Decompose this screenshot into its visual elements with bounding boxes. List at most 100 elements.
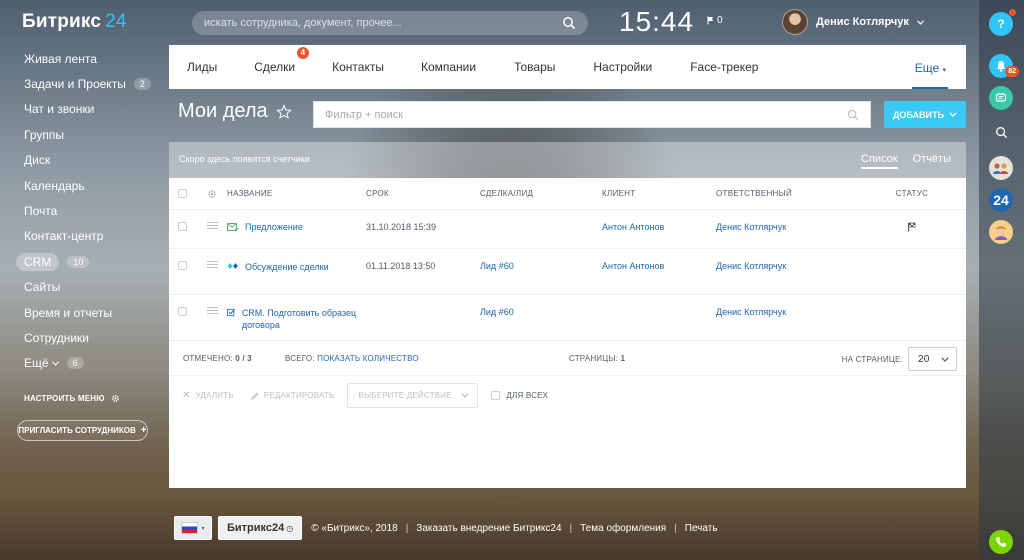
menu-item-live-feed[interactable]: Живая лента <box>0 46 160 71</box>
tab-settings[interactable]: Настройки <box>593 60 652 74</box>
tab-contacts[interactable]: Контакты <box>332 60 384 74</box>
row-checkbox[interactable] <box>178 261 187 270</box>
tab-companies[interactable]: Компании <box>421 60 476 74</box>
menu-item-tasks[interactable]: Задачи и Проекты 2 <box>0 71 160 96</box>
chevron-down-icon: ▾ <box>201 525 205 532</box>
activity-title-link[interactable]: Обсуждение сделки <box>245 261 329 273</box>
avatar[interactable] <box>782 9 808 35</box>
column-status[interactable]: СТАТУС <box>858 189 966 198</box>
per-page-value: 20 <box>918 353 930 365</box>
column-responsible[interactable]: ОТВЕТСТВЕННЫЙ <box>716 189 858 198</box>
flag-count-value: 0 <box>717 15 723 26</box>
contact-avatar[interactable] <box>989 220 1013 244</box>
activity-title-link[interactable]: Предложение <box>245 222 303 232</box>
select-all-checkbox[interactable] <box>178 189 187 198</box>
menu-item-contact-center[interactable]: Контакт-центр <box>0 224 160 249</box>
help-button[interactable]: ? <box>989 9 1016 36</box>
phone-button[interactable] <box>989 530 1013 554</box>
user-menu[interactable]: Денис Котлярчук <box>782 9 924 35</box>
grid-footer: ОТМЕЧЕНО: 0 / 3 ВСЕГО: ПОКАЗАТЬ КОЛИЧЕСТ… <box>169 342 966 376</box>
column-name[interactable]: НАЗВАНИЕ <box>227 189 366 198</box>
menu-item-mail[interactable]: Почта <box>0 198 160 223</box>
task-icon <box>227 308 235 317</box>
right-search-button[interactable] <box>989 120 1013 144</box>
activity-owner-link[interactable]: Денис Котлярчук <box>716 307 858 317</box>
row-menu-icon[interactable] <box>206 222 218 229</box>
order-implementation-link[interactable]: Заказать внедрение Битрикс24 <box>416 523 561 534</box>
row-menu-icon[interactable] <box>206 307 218 314</box>
language-selector[interactable]: ▾ <box>174 516 212 540</box>
menu-item-sites[interactable]: Сайты <box>0 275 160 300</box>
clock[interactable]: 15:44 <box>619 6 694 38</box>
menu-item-groups[interactable]: Группы <box>0 122 160 147</box>
tab-products[interactable]: Товары <box>514 60 555 74</box>
search-icon[interactable] <box>847 109 859 121</box>
filter-search[interactable] <box>313 101 871 128</box>
gear-icon[interactable] <box>207 189 217 199</box>
per-page-select[interactable]: 20 <box>908 347 957 371</box>
activity-client-link[interactable]: Антон Антонов <box>602 261 716 271</box>
add-button[interactable]: ДОБАВИТЬ <box>884 101 966 128</box>
action-select[interactable]: ВЫБЕРИТЕ ДЕЙСТВИЕ <box>347 383 479 408</box>
row-check-cell <box>169 222 197 231</box>
for-all-toggle[interactable]: ДЛЯ ВСЕХ <box>491 391 548 400</box>
global-search[interactable] <box>192 11 588 35</box>
tab-leads[interactable]: Лиды <box>187 60 217 74</box>
invite-employees-button[interactable]: ПРИГЛАСИТЬ СОТРУДНИКОВ + <box>17 420 148 441</box>
activity-deal-link[interactable]: Лид #60 <box>480 261 602 271</box>
theme-link[interactable]: Тема оформления <box>580 523 666 534</box>
tab-more[interactable]: Еще ▾ <box>915 61 946 75</box>
activity-deal-link[interactable]: Лид #60 <box>480 307 602 317</box>
activity-owner-link[interactable]: Денис Котлярчук <box>716 222 858 232</box>
view-reports-tab[interactable]: Отчёты <box>913 153 951 169</box>
print-link[interactable]: Печать <box>685 523 718 534</box>
filter-input[interactable] <box>325 108 847 121</box>
flag-counter[interactable]: 0 <box>707 15 723 26</box>
menu-item-employees[interactable]: Сотрудники <box>0 325 160 350</box>
row-menu-icon[interactable] <box>206 261 218 268</box>
search-icon[interactable] <box>562 16 576 30</box>
activity-owner-link[interactable]: Денис Котлярчук <box>716 261 858 271</box>
row-checkbox[interactable] <box>178 222 187 231</box>
global-search-input[interactable] <box>204 17 562 29</box>
clock-icon: ◷ <box>286 523 294 533</box>
column-deal-lead[interactable]: СДЕЛКА/ЛИД <box>480 189 602 198</box>
help-badge <box>1009 9 1016 16</box>
bitrix24-logo[interactable]: Битрикс 24 <box>22 11 127 33</box>
tab-face-tracker[interactable]: Face-трекер <box>690 60 758 74</box>
menu-item-count: 6 <box>66 357 84 370</box>
menu-item-chat[interactable]: Чат и звонки <box>0 97 160 122</box>
notifications-button[interactable]: 82 <box>989 54 1019 78</box>
menu-item-calendar[interactable]: Календарь <box>0 173 160 198</box>
activity-title-link[interactable]: CRM. Подготовить образец договора <box>242 307 366 331</box>
flag-icon[interactable] <box>907 222 917 232</box>
configure-menu-button[interactable]: НАСТРОИТЬ МЕНЮ <box>24 394 120 403</box>
pages-value: 1 <box>620 354 626 363</box>
menu-item-disk[interactable]: Диск <box>0 148 160 173</box>
group-chat-avatar[interactable] <box>989 156 1013 180</box>
activity-client-link[interactable]: Антон Антонов <box>602 222 716 232</box>
activity-deadline: 31.10.2018 15:39 <box>366 222 437 232</box>
column-deadline[interactable]: СРОК <box>366 189 480 198</box>
delete-label: УДАЛИТЬ <box>195 391 234 400</box>
table-row[interactable]: CRM. Подготовить образец договора Лид #6… <box>169 295 966 341</box>
table-row[interactable]: Обсуждение сделки 01.11.2018 13:50 Лид #… <box>169 249 966 295</box>
edit-button[interactable]: РЕДАКТИРОВАТЬ <box>250 391 335 401</box>
show-count-link[interactable]: ПОКАЗАТЬ КОЛИЧЕСТВО <box>317 354 419 363</box>
bitrix24-chat-button[interactable]: 24 <box>989 188 1013 212</box>
delete-button[interactable]: ✕ УДАЛИТЬ <box>182 390 234 401</box>
menu-item-more[interactable]: Ещё 6 <box>0 351 160 376</box>
tab-deals[interactable]: Сделки 4 <box>254 47 310 74</box>
star-icon[interactable] <box>275 103 292 120</box>
menu-item-time-reports[interactable]: Время и отчеты <box>0 300 160 325</box>
view-list-tab[interactable]: Список <box>861 153 898 169</box>
table-row[interactable]: Предложение 31.10.2018 15:39 Антон Антон… <box>169 210 966 249</box>
messenger-button[interactable] <box>989 86 1013 110</box>
counters-text: Скоро здесь появятся счетчики <box>179 154 310 164</box>
for-all-checkbox[interactable] <box>491 391 501 400</box>
menu-item-crm[interactable]: CRM 10 <box>0 249 160 274</box>
bitrix24-brand-button[interactable]: Битрикс24 ◷ <box>218 516 303 540</box>
row-checkbox[interactable] <box>178 307 187 316</box>
selected-value: 0 / 3 <box>235 354 252 363</box>
column-client[interactable]: КЛИЕНТ <box>602 189 716 198</box>
